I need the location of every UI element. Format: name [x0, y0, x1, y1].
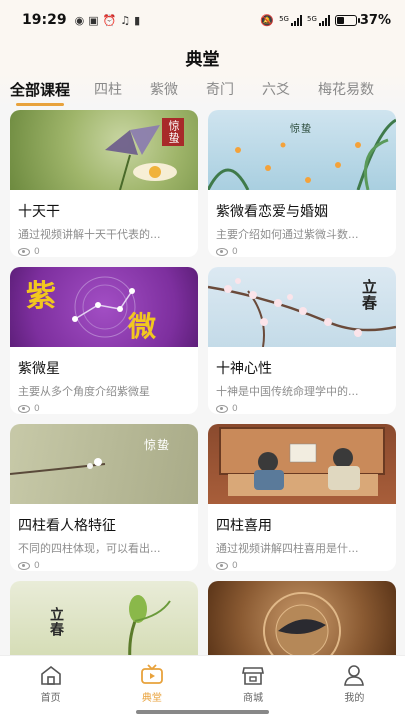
status-notification-icons: ◉ ▣ ⏰ ♫ ▮ [75, 14, 141, 27]
home-icon [40, 665, 61, 685]
alarm-icon: ⏰ [102, 13, 117, 27]
view-count: 0 [216, 247, 388, 257]
tab-ziwei[interactable]: 紫微 [150, 79, 178, 103]
course-thumbnail [208, 424, 396, 504]
course-desc: 主要从多个角度介绍紫微星 [18, 385, 150, 398]
course-desc: 通过视频讲解十天干代表的... [18, 228, 161, 241]
course-thumbnail: 惊蛰 [10, 424, 198, 504]
course-desc: 主要介绍如何通过紫微斗数... [216, 228, 359, 241]
course-thumbnail: 立春 [208, 267, 396, 347]
store-icon [242, 667, 265, 685]
tv-icon [140, 664, 163, 684]
status-right: 🔕 5G 5G 37% [260, 13, 391, 28]
view-count: 0 [18, 561, 190, 571]
course-thumbnail [208, 581, 396, 655]
micro-char: 微 [128, 310, 158, 343]
signal-icon-2: 5G [307, 14, 330, 26]
course-title: 四柱喜用 [216, 518, 272, 534]
battery-percent: 37% [359, 12, 391, 28]
course-card[interactable]: 惊蛰 紫微看恋爱与婚姻 主要介绍如何通过紫微斗数... 0 [208, 110, 396, 257]
course-desc: 十神是中国传统命理学中的... [216, 385, 359, 398]
eye-icon [18, 248, 30, 256]
course-card[interactable]: 立春 十神心性 十神是中国传统命理学中的... 0 [208, 267, 396, 414]
eye-status-icon: ◉ [74, 13, 85, 27]
tab-qimen[interactable]: 奇门 [206, 79, 234, 103]
header: 典堂 [0, 40, 405, 74]
course-card[interactable]: 四柱喜用 通过视频讲解四柱喜用是什... 0 [208, 424, 396, 571]
course-thumbnail: 惊蛰 [10, 110, 198, 190]
nav-mine[interactable]: 我的 [304, 656, 405, 720]
view-count-value: 0 [34, 404, 40, 414]
view-count: 0 [216, 561, 388, 571]
tab-all-courses[interactable]: 全部课程 [10, 79, 70, 106]
eye-icon [216, 562, 228, 570]
course-card[interactable] [208, 581, 396, 655]
battery-icon [334, 14, 360, 26]
course-title: 十神心性 [216, 361, 272, 377]
tab-liuyao[interactable]: 六爻 [262, 79, 290, 103]
status-bar: 19:29 ◉ ▣ ⏰ ♫ ▮ 🔕 5G 5G 37% [0, 0, 405, 40]
course-thumbnail: 惊蛰 [208, 110, 396, 190]
solar-term-label: 惊蛰 [290, 124, 312, 135]
course-thumbnail: 立春 [10, 581, 198, 655]
course-card[interactable]: 惊蛰 十天干 通过视频讲解十天干代表的... 0 [10, 110, 198, 257]
eye-icon [216, 248, 228, 256]
course-desc: 通过视频讲解四柱喜用是什... [216, 542, 359, 555]
home-indicator [136, 710, 269, 714]
view-count: 0 [216, 404, 388, 414]
eye-icon [18, 562, 30, 570]
eye-icon [216, 405, 228, 413]
course-title: 四柱看人格特征 [18, 518, 116, 534]
nav-diantang-label: 典堂 [141, 693, 162, 704]
view-count-value: 0 [232, 561, 238, 571]
course-title: 紫微看恋爱与婚姻 [216, 204, 328, 220]
signal-icon-1: 5G [279, 14, 302, 26]
course-title: 十天干 [18, 204, 60, 220]
status-time: 19:29 [22, 12, 67, 28]
battery-saver-icon: ▮ [134, 13, 141, 27]
nfc-icon: ▣ [88, 13, 99, 27]
mute-icon: 🔕 [260, 13, 275, 27]
course-card[interactable]: 立春 [10, 581, 198, 655]
view-count-value: 0 [34, 561, 40, 571]
view-count-value: 0 [232, 247, 238, 257]
view-count-value: 0 [232, 404, 238, 414]
seal-label: 惊蛰 [162, 118, 184, 146]
solar-term-label: 立春 [360, 279, 378, 311]
course-grid: 惊蛰 十天干 通过视频讲解十天干代表的... 0 惊蛰 紫微看恋爱与婚姻 主要介… [10, 110, 396, 655]
solar-term-label: 立春 [48, 607, 64, 637]
headphones-icon: ♫ [120, 13, 131, 27]
tab-sizhu[interactable]: 四柱 [94, 79, 122, 103]
nav-home-label: 首页 [40, 693, 61, 704]
solar-term-label: 惊蛰 [143, 438, 170, 452]
eye-icon [18, 405, 30, 413]
course-thumbnail: 紫 微 [10, 267, 198, 347]
course-title: 紫微星 [18, 361, 60, 377]
purple-char: 紫 [26, 279, 57, 314]
course-card[interactable]: 紫 微 紫微星 主要从多个角度介绍紫微星 0 [10, 267, 198, 414]
nav-mine-label: 我的 [344, 693, 365, 704]
nav-home[interactable]: 首页 [0, 656, 101, 720]
tab-meihua[interactable]: 梅花易数 [318, 79, 374, 103]
view-count: 0 [18, 247, 190, 257]
course-desc: 不同的四柱体现，可以看出... [18, 542, 161, 555]
page-title: 典堂 [185, 49, 220, 70]
view-count-value: 0 [34, 247, 40, 257]
view-count: 0 [18, 404, 190, 414]
battery: 37% [334, 12, 391, 28]
category-tabs: 全部课程 四柱 紫微 奇门 六爻 梅花易数 [0, 74, 405, 108]
nav-shop-label: 商城 [243, 693, 264, 704]
course-card[interactable]: 惊蛰 四柱看人格特征 不同的四柱体现，可以看出... 0 [10, 424, 198, 571]
user-icon [344, 665, 365, 686]
